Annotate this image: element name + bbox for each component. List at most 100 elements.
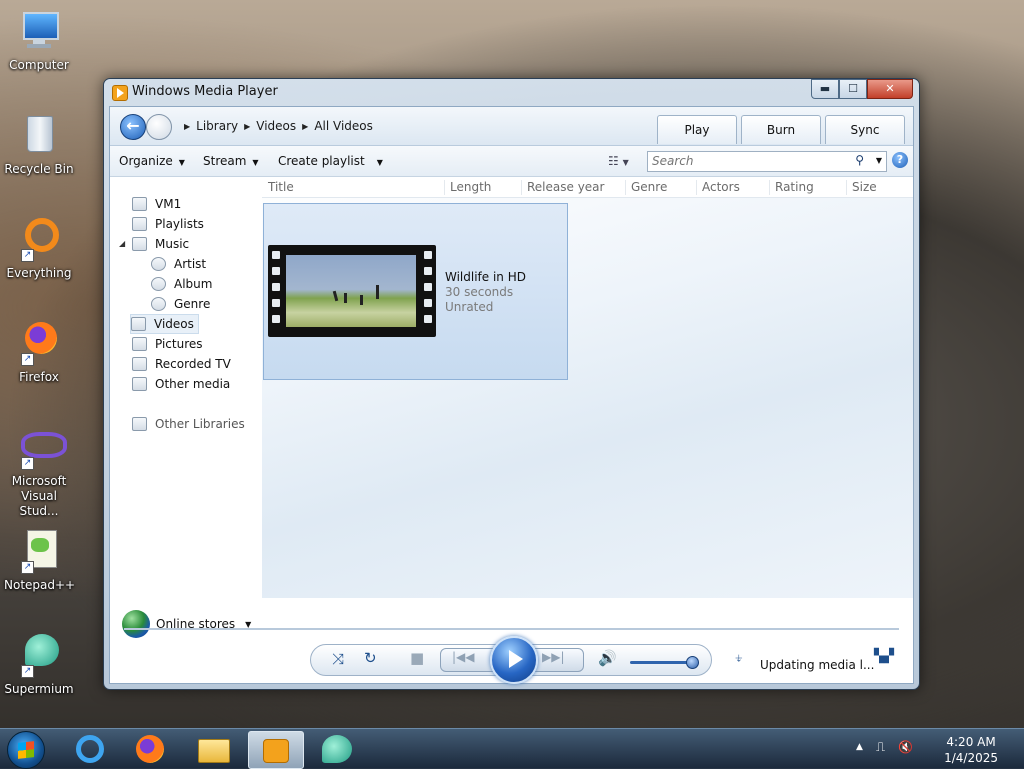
sidebar-item-other-libraries[interactable]: Other Libraries (132, 415, 245, 433)
breadcrumb: ▶ Library ▶ Videos ▶ All Videos (184, 119, 373, 134)
help-button[interactable]: ? (892, 152, 908, 168)
desktop-icon-computer[interactable]: Computer (4, 8, 74, 73)
column-header-genre[interactable]: Genre (625, 180, 667, 195)
show-hidden-icons-button[interactable]: ▲ (856, 742, 863, 752)
breadcrumb-library[interactable]: Library (196, 119, 238, 134)
pictures-icon (132, 337, 147, 351)
taskbar: ▲ ⎍ 🔇 4:20 AM 1/4/2025 (0, 728, 1024, 769)
sidebar-item-label: Music (155, 237, 190, 251)
firefox-icon: ↗ (15, 320, 63, 368)
column-header-actors[interactable]: Actors (696, 180, 740, 195)
desktop-icon-firefox[interactable]: ↗ Firefox (4, 320, 74, 385)
repeat-button[interactable]: ↻ (364, 649, 377, 667)
organize-menu[interactable]: Organize ▼ (119, 154, 185, 168)
desktop-icon-visual-studio[interactable]: ↗ Microsoft Visual Stud... (4, 424, 74, 519)
chevron-down-icon: ▼ (622, 158, 629, 167)
media-tile[interactable]: Wildlife in HD 30 seconds Unrated (263, 203, 568, 380)
taskbar-internet-explorer[interactable] (66, 731, 116, 767)
network-icon[interactable]: ⎍ (876, 740, 885, 755)
column-header-length[interactable]: Length (444, 180, 491, 195)
desktop-icon-recycle-bin[interactable]: Recycle Bin (4, 112, 74, 177)
shortcut-arrow-icon: ↗ (21, 561, 34, 574)
expand-collapse-icon[interactable]: ◢ (119, 239, 125, 248)
taskbar-file-explorer[interactable] (188, 731, 238, 767)
breadcrumb-videos[interactable]: Videos (256, 119, 296, 134)
sidebar-item-playlists[interactable]: Playlists (132, 215, 204, 233)
next-button[interactable]: ▶▶| (542, 650, 565, 664)
maximize-button[interactable]: ☐ (839, 79, 867, 99)
column-header-rating[interactable]: Rating (769, 180, 814, 195)
sidebar-item-label: Other media (155, 377, 231, 391)
column-header-size[interactable]: Size (846, 180, 877, 195)
desktop-icon-everything[interactable]: ↗ Everything (4, 216, 74, 281)
previous-icon: |◀◀ (452, 650, 475, 664)
title-bar[interactable]: Windows Media Player ▬ ☐ ✕ (104, 79, 919, 105)
sidebar-item-label: Other Libraries (155, 417, 245, 431)
desktop-icon-label: Microsoft Visual Stud... (11, 474, 67, 518)
sidebar-item-artist[interactable]: Artist (151, 255, 206, 273)
sidebar-item-music[interactable]: Music (132, 235, 189, 253)
navigation-bar: ← ▶ Library ▶ Videos ▶ All Videos Play B… (110, 107, 913, 146)
search-icon[interactable]: ⚲ (855, 153, 864, 167)
volume-muted-icon[interactable]: 🔇 (898, 740, 913, 754)
stop-button[interactable]: ■ (410, 649, 424, 667)
notepad-plus-plus-icon: ↗ (15, 528, 63, 576)
volume-slider[interactable] (630, 661, 690, 664)
sidebar-item-other-media[interactable]: Other media (132, 375, 230, 393)
previous-button[interactable]: |◀◀ (452, 650, 475, 664)
stream-menu[interactable]: Stream ▼ (203, 154, 259, 168)
taskbar-firefox[interactable] (126, 731, 176, 767)
taskbar-windows-media-player[interactable] (248, 731, 304, 769)
chevron-down-icon[interactable]: ▼ (876, 156, 882, 165)
album-icon (151, 277, 166, 291)
system-tray: ▲ ⎍ 🔇 4:20 AM 1/4/2025 (854, 729, 1024, 769)
help-icon: ? (896, 153, 904, 166)
sidebar-item-pictures[interactable]: Pictures (132, 335, 203, 353)
tab-play[interactable]: Play (657, 115, 737, 144)
back-button[interactable]: ← (120, 114, 146, 140)
tab-burn[interactable]: Burn (741, 115, 821, 144)
close-button[interactable]: ✕ (867, 79, 913, 99)
chevron-right-icon: ▶ (244, 122, 251, 131)
computer-icon (15, 8, 63, 56)
windows-media-player-icon (112, 85, 128, 101)
taskbar-supermium[interactable] (312, 731, 362, 767)
search-input[interactable] (648, 152, 842, 169)
clock[interactable]: 4:20 AM 1/4/2025 (944, 734, 998, 766)
column-header-release-year[interactable]: Release year (521, 180, 604, 195)
volume-slider-handle[interactable] (686, 656, 699, 669)
shortcut-arrow-icon: ↗ (21, 353, 34, 366)
desktop-icon-notepad-plus-plus[interactable]: ↗ Notepad++ (4, 528, 75, 593)
status-icon: ⍖ (734, 648, 744, 667)
sidebar-item-genre[interactable]: Genre (151, 295, 210, 313)
switch-to-now-playing-button[interactable]: ▚▞ (874, 649, 894, 664)
desktop-icon-supermium[interactable]: ↗ Supermium (4, 632, 74, 697)
breadcrumb-all-videos[interactable]: All Videos (314, 119, 373, 134)
everything-icon: ↗ (15, 216, 63, 264)
sidebar-item-videos[interactable]: Videos (130, 314, 199, 334)
column-header-title[interactable]: Title (263, 180, 294, 195)
play-button[interactable] (490, 636, 538, 684)
minimize-button[interactable]: ▬ (811, 79, 839, 99)
clock-date: 1/4/2025 (944, 751, 998, 765)
tab-sync[interactable]: Sync (825, 115, 905, 144)
sidebar-item-recorded-tv[interactable]: Recorded TV (132, 355, 231, 373)
other-media-icon (132, 377, 147, 391)
forward-button[interactable] (146, 114, 172, 140)
shortcut-arrow-icon: ↗ (21, 665, 34, 678)
create-playlist-menu[interactable]: Create playlist ▼ (278, 154, 383, 168)
shuffle-button[interactable]: ⤨ (332, 650, 344, 668)
sidebar-item-album[interactable]: Album (151, 275, 212, 293)
seek-bar[interactable] (124, 628, 899, 630)
view-options-button[interactable]: ☷ ▼ (608, 154, 638, 168)
other-libraries-icon (132, 417, 147, 431)
library-content: Title Length Release year Genre Actors R… (262, 177, 913, 598)
desktop-icon-label: Supermium (4, 682, 74, 696)
recycle-bin-icon (15, 112, 63, 160)
window-title: Windows Media Player (132, 84, 278, 99)
chevron-down-icon: ▼ (376, 158, 383, 167)
media-title: Wildlife in HD (445, 270, 526, 284)
sidebar-item-vm1[interactable]: VM1 (132, 195, 181, 213)
mute-button[interactable]: 🔊 (598, 649, 617, 667)
start-button[interactable] (7, 731, 45, 769)
